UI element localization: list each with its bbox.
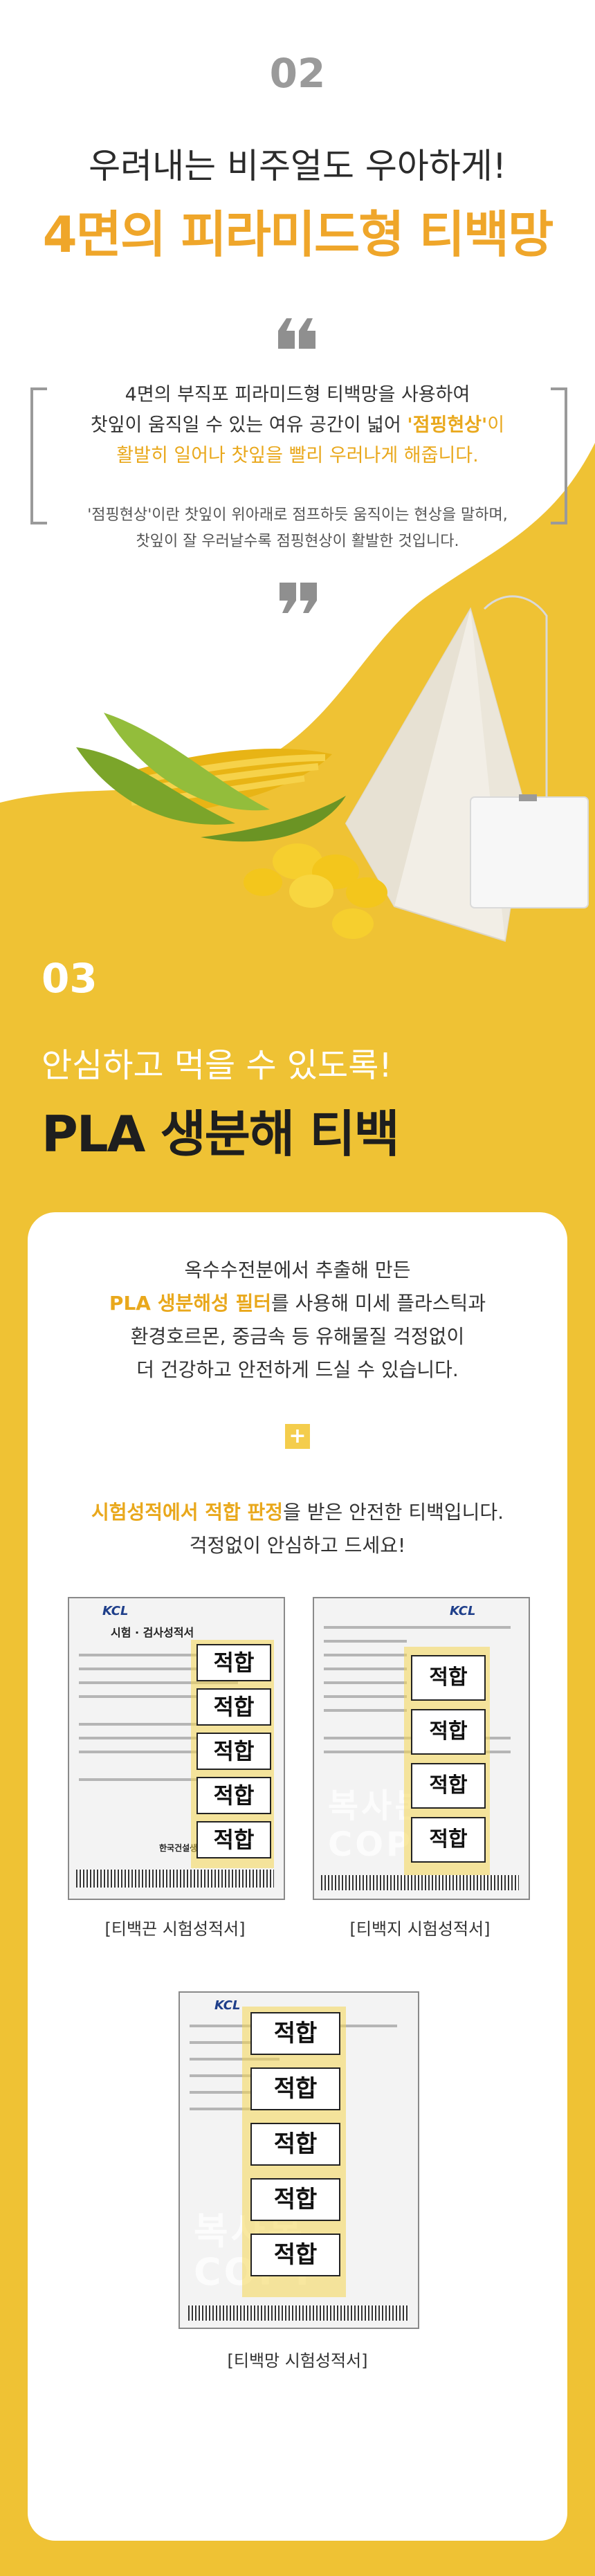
- pass-stamp: 적합: [250, 2012, 340, 2055]
- section2-title: 4면의 피라미드형 티백망: [42, 205, 554, 264]
- cert-line-1-text: 을 받은 안전한 티백입니다.: [283, 1501, 504, 1524]
- pass-stamp: 적합: [411, 1655, 486, 1701]
- pyramid-teabag-illustration: [76, 595, 589, 942]
- section2-number: 02: [269, 50, 326, 97]
- caption-teabag-paper: [티백지 시험성적서]: [349, 1919, 491, 1939]
- open-quote-icon: [277, 318, 318, 353]
- barcode: [321, 1875, 519, 1890]
- pass-stamp: 적합: [411, 1709, 486, 1755]
- desc-line-3: 환경호르몬, 중금속 등 유해물질 걱정없이: [130, 1325, 465, 1348]
- pass-stamp: 적합: [196, 1644, 271, 1681]
- section2-subtitle: 우려내는 비주얼도 우아하게!: [89, 146, 506, 186]
- test-report-teabag-paper: KCL 복사본 COPY 적합 적합 적합 적합: [313, 1597, 530, 1900]
- desc-line-4: 더 건강하고 안전하게 드실 수 있습니다.: [136, 1358, 459, 1381]
- section3-number: 03: [42, 955, 98, 1002]
- kcl-logo: KCL: [214, 1998, 241, 2013]
- section3-subtitle: 안심하고 먹을 수 있도록!: [42, 1046, 392, 1085]
- desc-line-1: 옥수수전분에서 추출해 만든: [184, 1259, 411, 1281]
- barcode: [188, 2305, 408, 2321]
- jumping-highlight: '점핑현상': [407, 414, 488, 436]
- pass-stamp: 적합: [411, 1817, 486, 1863]
- pass-stamp: 적합: [196, 1777, 271, 1814]
- quote-line-2-tail: 이: [487, 414, 505, 436]
- quote-line-1: 4면의 부직포 피라미드형 티백망을 사용하여: [125, 384, 470, 405]
- pass-stamp: 적합: [196, 1821, 271, 1858]
- cert-line-2: 걱정없이 안심하고 드세요!: [189, 1534, 406, 1557]
- pass-stamp: 적합: [250, 2234, 340, 2276]
- section3-title: PLA 생분해 티백: [42, 1105, 400, 1163]
- pass-stamp: 적합: [250, 2178, 340, 2221]
- plus-icon: +: [285, 1424, 310, 1449]
- kcl-logo: KCL: [102, 1604, 129, 1618]
- cert-highlight: 시험성적에서 적합 판정: [91, 1501, 284, 1524]
- report-title: 시험 · 검사성적서: [111, 1626, 194, 1639]
- quote-line-2-text: 찻잎이 움직일 수 있는 여유 공간이 넓어: [90, 414, 408, 436]
- desc-line-2-text: 를 사용해 미세 플라스틱과: [271, 1292, 486, 1315]
- pla-filter-highlight: PLA 생분해성 필터: [109, 1292, 272, 1315]
- pass-stamp: 적합: [250, 2067, 340, 2110]
- test-report-teabag-mesh: KCL 복사본 COPY 적합 적합 적합 적합 적합: [178, 1991, 419, 2329]
- pla-info-card: 옥수수전분에서 추출해 만든 PLA 생분해성 필터를 사용해 미세 플라스틱과…: [28, 1212, 567, 2541]
- pass-stamp: 적합: [411, 1763, 486, 1809]
- barcode: [76, 1870, 274, 1888]
- desc-line-2: PLA 생분해성 필터를 사용해 미세 플라스틱과: [0, 1288, 595, 1316]
- quote-line-2: 찻잎이 움직일 수 있는 여유 공간이 넓어 '점핑현상'이: [0, 410, 595, 437]
- pass-stamp: 적합: [196, 1733, 271, 1770]
- quote-note-1: '점핑현상'이란 찻잎이 위아래로 점프하듯 움직이는 현상을 말하며,: [87, 506, 508, 524]
- kcl-logo: KCL: [450, 1604, 476, 1618]
- test-report-teabag-string: KCL 시험 · 검사성적서 한국건설생활환경시험연구원 적합 적합 적합 적합…: [68, 1597, 285, 1900]
- cert-line-1: 시험성적에서 적합 판정을 받은 안전한 티백입니다.: [0, 1497, 595, 1525]
- quote-line-3: 활발히 일어나 찻잎을 빨리 우러나게 해줍니다.: [116, 445, 479, 466]
- caption-teabag-mesh: [티백망 시험성적서]: [227, 2351, 368, 2371]
- corn-illustration: [76, 713, 387, 939]
- pass-stamp: 적합: [196, 1688, 271, 1726]
- pass-stamp: 적합: [250, 2123, 340, 2166]
- caption-teabag-string: [티백끈 시험성적서]: [104, 1919, 246, 1939]
